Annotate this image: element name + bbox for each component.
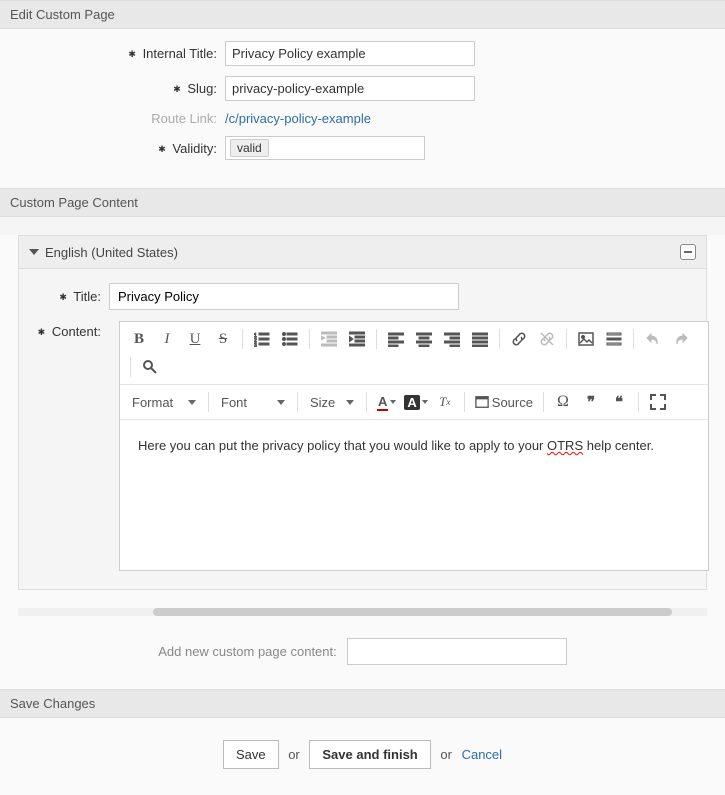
add-content-label: Add new custom page content: [158, 644, 337, 659]
edit-section-header: Edit Custom Page [0, 0, 725, 29]
horizontal-scrollbar[interactable] [18, 608, 707, 616]
slug-input[interactable] [225, 76, 475, 101]
link-button[interactable] [506, 326, 532, 352]
cancel-link[interactable]: Cancel [462, 747, 502, 762]
special-char-button[interactable]: Ω [550, 389, 576, 415]
font-dropdown[interactable]: Font [215, 392, 291, 413]
editor-toolbar-1: B I U S 123 [120, 322, 708, 385]
svg-text:3: 3 [254, 343, 257, 347]
bullet-list-button[interactable] [277, 326, 303, 352]
editor-body[interactable]: Here you can put the privacy policy that… [120, 420, 708, 570]
content-section-body: English (United States) ✱ Title: ✱ Conte… [0, 235, 725, 689]
validity-value: valid [230, 139, 269, 157]
or-text-1: or [288, 747, 300, 762]
underline-button[interactable]: U [182, 326, 208, 352]
save-finish-button[interactable]: Save and finish [309, 740, 430, 769]
text-color-button[interactable]: A [373, 389, 398, 415]
or-text-2: or [440, 747, 452, 762]
internal-title-input[interactable] [225, 41, 475, 66]
editor-text-pre: Here you can put the privacy policy that… [138, 438, 547, 453]
validity-label: ✱ Validity: [10, 141, 225, 156]
bold-button[interactable]: B [126, 326, 152, 352]
align-right-button[interactable] [439, 326, 465, 352]
save-section-body: Save or Save and finish or Cancel [0, 718, 725, 795]
undo-button[interactable] [640, 326, 666, 352]
redo-button[interactable] [668, 326, 694, 352]
slug-label: ✱ Slug: [10, 81, 225, 96]
editor-text-err: OTRS [547, 438, 583, 453]
content-label: ✱ Content: [29, 320, 109, 339]
size-dropdown[interactable]: Size [304, 392, 360, 413]
quote-ltr-button[interactable]: ❞ [578, 389, 604, 415]
outdent-button[interactable] [316, 326, 342, 352]
format-dropdown[interactable]: Format [126, 392, 202, 413]
title-input[interactable] [109, 283, 459, 310]
image-button[interactable] [573, 326, 599, 352]
collapse-button[interactable] [680, 244, 696, 260]
edit-section-body: ✱ Internal Title: ✱ Slug: Route Link: /c… [0, 29, 725, 188]
minus-icon [684, 251, 692, 253]
language-name: English (United States) [45, 245, 178, 260]
align-center-button[interactable] [411, 326, 437, 352]
editor-text-post: help center. [583, 438, 654, 453]
caret-down-icon [29, 249, 39, 255]
hr-button[interactable] [601, 326, 627, 352]
maximize-button[interactable] [645, 389, 671, 415]
scrollbar-thumb[interactable] [153, 608, 672, 616]
bg-color-button[interactable]: A [400, 389, 429, 415]
strike-button[interactable]: S [210, 326, 236, 352]
content-section-header: Custom Page Content [0, 188, 725, 217]
align-justify-button[interactable] [467, 326, 493, 352]
language-panel: English (United States) ✱ Title: ✱ Conte… [18, 235, 707, 590]
editor-toolbar-2: Format Font Size A A Tx Source Ω ❞ ❝ [120, 385, 708, 420]
title-label: ✱ Title: [29, 289, 109, 304]
find-button[interactable] [137, 354, 163, 380]
save-section-header: Save Changes [0, 689, 725, 718]
route-link-value[interactable]: /c/privacy-policy-example [225, 111, 371, 126]
rich-text-editor: B I U S 123 [119, 321, 709, 571]
route-link-label: Route Link: [10, 111, 225, 126]
add-content-input[interactable] [347, 638, 567, 665]
unlink-button[interactable] [534, 326, 560, 352]
source-button[interactable]: Source [471, 392, 537, 413]
indent-button[interactable] [344, 326, 370, 352]
align-left-button[interactable] [383, 326, 409, 352]
save-button[interactable]: Save [223, 740, 279, 769]
italic-button[interactable]: I [154, 326, 180, 352]
language-header[interactable]: English (United States) [19, 236, 706, 269]
remove-format-button[interactable]: Tx [432, 389, 458, 415]
internal-title-label: ✱ Internal Title: [10, 46, 225, 61]
quote-rtl-button[interactable]: ❝ [606, 389, 632, 415]
numbered-list-button[interactable]: 123 [249, 326, 275, 352]
validity-select[interactable]: valid [225, 136, 425, 160]
